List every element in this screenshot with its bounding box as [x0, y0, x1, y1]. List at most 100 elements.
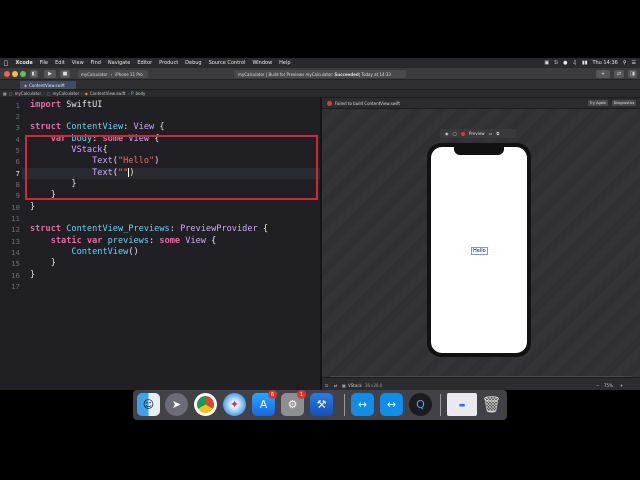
jumpbar-item-symbol[interactable]: body — [136, 91, 146, 96]
line-number: 9 — [15, 191, 20, 200]
jumpbar-item-project[interactable]: myCalculator — [15, 91, 42, 96]
tab-bar: ◆ ContentView.swift — [0, 80, 640, 90]
diagnostics-button[interactable]: Diagnostics — [612, 100, 636, 106]
menu-navigate[interactable]: Navigate — [104, 60, 133, 66]
code-line: static var previews: some View { — [30, 236, 217, 247]
code-token: : — [149, 236, 160, 246]
window-close-button[interactable] — [4, 71, 10, 77]
inspect-icon[interactable]: ◯ — [453, 131, 457, 136]
activity-viewer: myCalculator | Build for Previews myCalc… — [234, 70, 406, 78]
menu-window[interactable]: Window — [249, 60, 276, 66]
scheme-project: myCalculator — [81, 71, 108, 77]
line-number: 13 — [11, 237, 20, 246]
finder-icon[interactable]: ☺ — [137, 393, 160, 416]
tab-contentview[interactable]: ◆ ContentView.swift — [20, 81, 76, 89]
jump-bar: ▦ ▢ myCalculator › ▢ myCalculator › ◆ Co… — [0, 90, 640, 98]
volume-icon[interactable]: ♫ — [572, 60, 576, 66]
trash-icon[interactable]: 🗑 — [480, 393, 503, 416]
keyword: static — [50, 236, 82, 246]
code-token: { — [154, 122, 165, 132]
menu-product[interactable]: Product — [156, 60, 182, 66]
device-settings-icon[interactable]: ▭ — [489, 131, 493, 136]
jumpbar-chevron-icon: › — [43, 91, 45, 96]
vstack-icon: ▦ — [342, 383, 346, 388]
activity-time: | Today at 14:33 — [358, 71, 391, 77]
navigator-toggle-icon[interactable]: ◧ — [30, 70, 38, 78]
menu-edit[interactable]: Edit — [52, 60, 69, 66]
spotlight-icon[interactable]: ⚲ — [623, 60, 627, 66]
run-button[interactable]: ▶ — [44, 70, 56, 78]
app-store-badge: 6 — [268, 390, 277, 399]
preview-doc-icon[interactable]: ▬ — [447, 393, 477, 416]
safari-icon[interactable]: ✦ — [223, 393, 246, 416]
teamviewer-icon[interactable]: ↔ — [351, 393, 374, 416]
launchpad-icon[interactable]: ➤ — [165, 393, 188, 416]
menu-find[interactable]: Find — [87, 60, 104, 66]
menu-source-control[interactable]: Source Control — [205, 60, 249, 66]
control-center-icon[interactable]: ☰ — [632, 60, 636, 66]
code-line: } — [30, 270, 35, 281]
try-again-button[interactable]: Try Again — [588, 100, 608, 106]
menu-help[interactable]: Help — [276, 60, 294, 66]
wifi-icon[interactable]: ● — [563, 60, 567, 66]
line-number: 3 — [15, 123, 20, 132]
scheme-device: iPhone 11 Pro — [115, 71, 143, 77]
code-token: : — [169, 224, 181, 234]
jumpbar-item-group[interactable]: myCalculator — [53, 91, 80, 96]
swift-file-icon: ◆ — [84, 91, 88, 96]
zoom-out-icon[interactable]: − — [596, 383, 599, 388]
code-editor[interactable]: 1 2 3 4 5 6 7 8 9 10 11 12 13 14 15 16 1… — [0, 98, 320, 390]
chrome-icon[interactable] — [194, 393, 217, 416]
menu-view[interactable]: View — [68, 60, 87, 66]
bluetooth-icon[interactable]: ℬ — [554, 60, 558, 66]
line-number: 1 — [15, 101, 20, 110]
xcode-icon[interactable]: ⚒ — [310, 393, 333, 416]
footer-selection[interactable]: VStack — [348, 383, 362, 388]
jumpbar-grid-icon[interactable]: ▦ — [3, 91, 7, 96]
library-button[interactable]: + — [596, 70, 610, 78]
duplicate-preview-icon[interactable]: ⧉ — [496, 131, 499, 136]
tab-label: ContentView.swift — [29, 82, 65, 88]
activity-prefix: myCalculator | Build for Previews myCalc… — [238, 71, 334, 77]
window-zoom-button[interactable] — [20, 71, 26, 77]
zoom-in-icon[interactable]: + — [620, 383, 623, 388]
xcode-toolbar: ◧ ▶ ■ myCalculator › iPhone 11 Pro myCal… — [0, 68, 640, 80]
menu-file[interactable]: File — [36, 60, 51, 66]
pin-icon[interactable]: ⎋ — [325, 383, 328, 388]
code-line: struct ContentView_Previews: PreviewProv… — [30, 224, 268, 235]
quicktime-icon[interactable]: Q — [409, 393, 432, 416]
inspector-toggle-icon[interactable]: ◨ — [628, 70, 637, 78]
code-review-button[interactable]: ⇄ — [614, 70, 624, 78]
live-preview-icon[interactable]: ◉ — [445, 131, 449, 136]
type-name: ContentView — [71, 247, 129, 257]
scheme-selector[interactable]: myCalculator › iPhone 11 Pro — [78, 70, 148, 78]
teamviewer-icon-2[interactable]: ↔ — [380, 393, 403, 416]
letterbox-top — [0, 0, 640, 58]
preview-controls: ◉ ◯ Preview ▭ ⧉ — [440, 129, 516, 138]
scheme-chevron-icon: › — [110, 71, 113, 77]
canvas-navigate-icon[interactable]: ⇄ — [334, 383, 337, 388]
preview-hello-text[interactable]: Hello — [471, 247, 488, 255]
battery-icon[interactable]: ▮▮ — [582, 60, 588, 66]
stop-button[interactable]: ■ — [60, 70, 70, 78]
iphone-notch — [454, 147, 504, 155]
status-square-icon[interactable]: ▣ — [544, 60, 549, 66]
code-line: struct ContentView: View { — [30, 122, 165, 133]
code-token: } — [30, 270, 36, 280]
menu-app-name[interactable]: Xcode — [12, 60, 36, 66]
window-minimize-button[interactable] — [12, 71, 18, 77]
menu-editor[interactable]: Editor — [134, 60, 156, 66]
error-icon — [327, 101, 332, 106]
code-token: { — [257, 224, 269, 234]
identifier: previews — [102, 236, 150, 246]
line-number-current: 7 — [15, 169, 20, 178]
menu-debug[interactable]: Debug — [182, 60, 205, 66]
zoom-level[interactable]: 75% — [604, 383, 613, 388]
apple-menu-icon[interactable]:  — [0, 60, 12, 67]
activity-status: Succeeded — [334, 71, 359, 77]
menubar-clock[interactable]: Thu 14:36 — [592, 60, 617, 66]
code-token: () — [128, 247, 139, 257]
jumpbar-item-file[interactable]: ContentView.swift — [90, 91, 126, 96]
preview-label[interactable]: Preview — [469, 131, 485, 136]
